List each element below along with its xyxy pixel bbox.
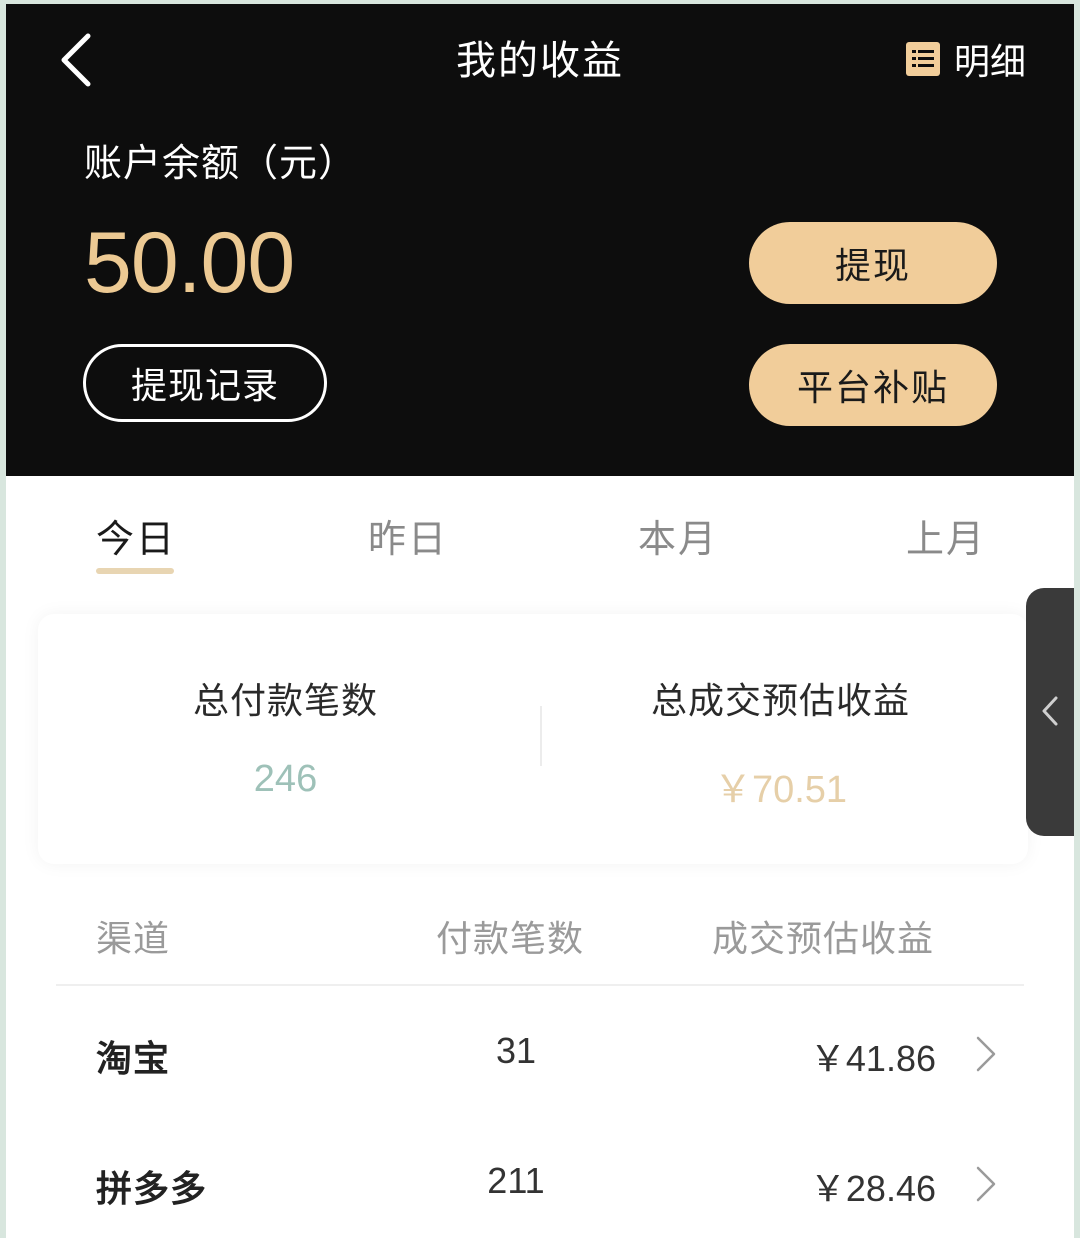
list-icon bbox=[905, 42, 940, 76]
estimated-income-value: ￥70.51 bbox=[713, 769, 848, 811]
tab-today[interactable]: 今日 bbox=[96, 508, 176, 563]
chevron-left-icon bbox=[1042, 696, 1058, 726]
column-header-estimated-income: 成交预估收益 bbox=[712, 919, 935, 960]
period-tabs: 今日 昨日 本月 上月 bbox=[6, 476, 1074, 586]
chevron-right-icon bbox=[976, 1166, 996, 1202]
row-payment-count: 31 bbox=[495, 1030, 537, 1071]
estimated-income-summary: 总成交预估收益 ￥70.51 bbox=[533, 672, 1028, 813]
row-channel: 淘宝 bbox=[96, 1039, 171, 1080]
tab-last-month[interactable]: 上月 bbox=[906, 508, 986, 563]
detail-button[interactable]: 明细 bbox=[905, 34, 1026, 84]
withdraw-record-button[interactable]: 提现记录 bbox=[83, 344, 327, 422]
tab-this-month[interactable]: 本月 bbox=[638, 508, 718, 563]
row-channel: 拼多多 bbox=[96, 1169, 208, 1210]
detail-label: 明细 bbox=[953, 42, 1026, 83]
earnings-header: 我的收益 明细 账户余额（元） 50.00 提现记录 提现 平台补贴 bbox=[6, 4, 1074, 476]
withdraw-button[interactable]: 提现 bbox=[749, 222, 997, 304]
estimated-income-label: 总成交预估收益 bbox=[650, 681, 910, 722]
row-estimated-income: ￥28.46 bbox=[809, 1168, 936, 1209]
payment-count-value: 246 bbox=[253, 758, 318, 800]
table-row[interactable]: 淘宝 31 ￥41.86 bbox=[56, 988, 1024, 1118]
balance-value: 50.00 bbox=[84, 215, 295, 311]
tab-yesterday[interactable]: 昨日 bbox=[368, 508, 448, 563]
column-header-payment-count: 付款笔数 bbox=[436, 919, 585, 960]
balance-label: 账户余额（元） bbox=[84, 141, 358, 185]
column-header-channel: 渠道 bbox=[96, 919, 171, 960]
channel-table-header: 渠道 付款笔数 成交预估收益 bbox=[56, 882, 1024, 986]
row-estimated-income: ￥41.86 bbox=[809, 1038, 936, 1079]
phone-screen: 我的收益 明细 账户余额（元） 50.00 提现记录 提现 平台补贴 今日 昨日… bbox=[6, 4, 1074, 1238]
payment-count-summary: 总付款笔数 246 bbox=[38, 672, 533, 801]
side-drawer-handle[interactable] bbox=[1026, 588, 1074, 836]
chevron-right-icon bbox=[976, 1036, 996, 1072]
summary-card: 总付款笔数 246 总成交预估收益 ￥70.51 bbox=[38, 614, 1028, 864]
payment-count-label: 总付款笔数 bbox=[192, 681, 378, 722]
table-row[interactable]: 拼多多 211 ￥28.46 bbox=[56, 1118, 1024, 1238]
active-tab-indicator bbox=[96, 568, 174, 574]
platform-subsidy-button[interactable]: 平台补贴 bbox=[749, 344, 997, 426]
row-payment-count: 211 bbox=[487, 1160, 545, 1201]
